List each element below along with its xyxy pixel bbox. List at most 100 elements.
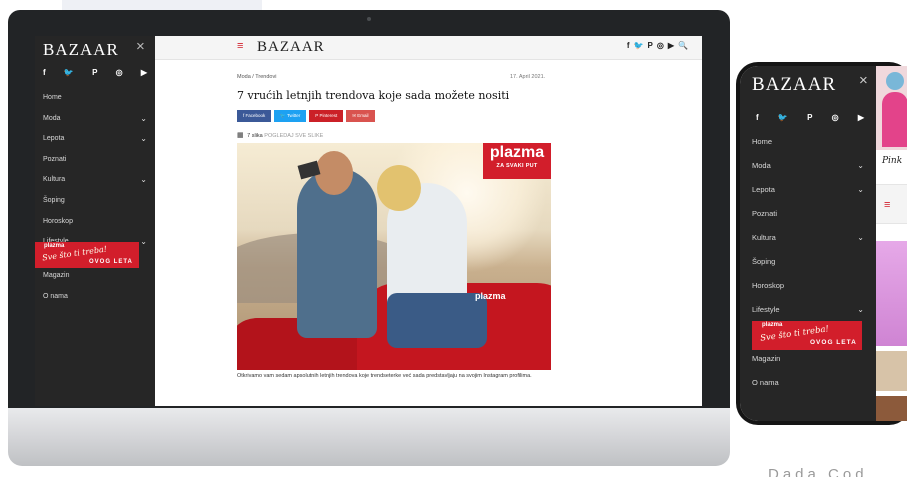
sidebar-item-o-nama[interactable]: O nama [35, 287, 155, 308]
man-head [315, 151, 353, 195]
sidebar-menu-secondary: Magazin O nama [35, 266, 155, 307]
youtube-icon[interactable]: ▶ [858, 113, 864, 122]
showcase-scene: BAZAAR × f 🐦 P ◎ ▶ Home Moda ⌄ Lepota ⌄ Po… [0, 0, 907, 477]
facebook-icon[interactable]: f [756, 113, 759, 122]
search-icon[interactable]: 🔍 [678, 41, 688, 50]
share-pinterest-button[interactable]: P Pinterest [309, 110, 344, 122]
chevron-down-icon[interactable]: ⌄ [857, 154, 864, 178]
promo-brand: plazma [762, 322, 783, 328]
view-all-photos-link[interactable]: POGLEDAJ SVE SLIKE [264, 133, 323, 139]
promo-tag: OVOG LETA [89, 259, 133, 265]
chevron-down-icon[interactable]: ⌄ [140, 129, 147, 150]
sidebar-item-label: Lepota [43, 135, 65, 143]
sidebar-item-label: Šoping [43, 196, 65, 204]
pinterest-icon[interactable]: P [92, 68, 97, 77]
sidebar-menu: Home Moda ⌄ Lepota ⌄ Poznati Kultura ⌄ Šopi… [35, 88, 155, 253]
sidebar-item-poznati[interactable]: Poznati [35, 150, 155, 171]
plazma-promo-banner[interactable]: plazma Sve što ti treba! OVOG LETA [752, 321, 862, 350]
gallery-info: ▦ 7 slika POGLEDAJ SVE SLIKE [237, 131, 323, 139]
chevron-down-icon[interactable]: ⌄ [857, 298, 864, 322]
share-twitter-button[interactable]: 🐦 Twitter [274, 110, 307, 122]
sidebar-item-label: O nama [43, 292, 68, 300]
sidebar-item-soping[interactable]: Šoping [740, 250, 876, 274]
social-links: f 🐦 P ◎ ▶ [43, 68, 147, 77]
peek-topbar [876, 184, 907, 224]
woman-head [377, 165, 421, 211]
sidebar-item-label: Home [752, 137, 773, 146]
instagram-icon[interactable]: ◎ [116, 68, 123, 77]
peek-figure-body [882, 92, 907, 147]
share-facebook-button[interactable]: f Facebook [237, 110, 272, 122]
grid-icon: ▦ [237, 132, 244, 139]
sidebar-item-label: Horoskop [43, 217, 73, 225]
close-icon[interactable]: × [136, 38, 145, 55]
imac-device: BAZAAR × f 🐦 P ◎ ▶ Home Moda ⌄ Lepota ⌄ Po… [8, 10, 730, 466]
share-email-button[interactable]: ✉ Email [346, 110, 375, 122]
social-links: f 🐦 P ◎ ▶ [756, 113, 864, 122]
sidebar-item-label: Poznati [752, 209, 778, 218]
sidebar-item-moda[interactable]: Moda ⌄ [740, 154, 876, 178]
plazma-promo-banner[interactable]: plazma Sve što ti treba! OVOG LETA [35, 242, 139, 268]
background-block [62, 0, 262, 10]
youtube-icon[interactable]: ▶ [141, 68, 147, 77]
publish-date: 17. April 2021. [510, 74, 546, 80]
article-title: 7 vrućih letnjih trendova koje sada može… [237, 89, 510, 102]
sidebar-item-lepota[interactable]: Lepota ⌄ [35, 129, 155, 150]
sidebar-item-soping[interactable]: Šoping [35, 191, 155, 212]
camera-dot [367, 17, 371, 21]
sidebar-item-label: O nama [752, 378, 779, 387]
twitter-icon[interactable]: 🐦 [634, 41, 644, 50]
sidebar-menu: Home Moda ⌄ Lepota ⌄ Poznati Kultura ⌄ Šopi… [740, 130, 876, 322]
sidebar-item-label: Horoskop [752, 281, 785, 290]
sidebar-item-lifestyle[interactable]: Lifestyle ⌄ [740, 298, 876, 322]
sidebar-item-horoskop[interactable]: Horoskop [740, 274, 876, 298]
chevron-down-icon[interactable]: ⌄ [140, 170, 147, 191]
sidebar-item-label: Home [43, 94, 62, 101]
hamburger-icon[interactable]: ≡ [884, 199, 890, 211]
sidebar-logo[interactable]: BAZAAR [752, 74, 836, 96]
chevron-down-icon[interactable]: ⌄ [857, 226, 864, 250]
chevron-down-icon[interactable]: ⌄ [140, 232, 147, 253]
sidebar-item-horoskop[interactable]: Horoskop [35, 212, 155, 233]
phone-sidebar: BAZAAR × f 🐦 P ◎ ▶ Home Moda ⌄ Lepota ⌄ Po… [740, 66, 876, 421]
header-logo[interactable]: BAZAAR [257, 39, 325, 56]
youtube-icon[interactable]: ▶ [668, 41, 674, 50]
sidebar-logo[interactable]: BAZAAR [43, 40, 119, 60]
ad-slogan: ZA SVAKI PUT [496, 163, 538, 169]
sidebar-item-poznati[interactable]: Poznati [740, 202, 876, 226]
twitter-icon[interactable]: 🐦 [64, 68, 74, 77]
chevron-down-icon[interactable]: ⌄ [140, 109, 147, 130]
breadcrumb[interactable]: Moda / Trendovi [237, 74, 276, 80]
hamburger-icon[interactable]: ≡ [237, 40, 243, 52]
desktop-sidebar: BAZAAR × f 🐦 P ◎ ▶ Home Moda ⌄ Lepota ⌄ Po… [35, 36, 155, 406]
peek-image-brown [876, 396, 907, 421]
header-icons: f 🐦 P ◎ ▶ 🔍 [627, 41, 688, 50]
sidebar-item-magazin[interactable]: Magazin [740, 347, 876, 371]
sidebar-item-kultura[interactable]: Kultura ⌄ [35, 170, 155, 191]
sidebar-item-moda[interactable]: Moda ⌄ [35, 109, 155, 130]
sidebar-item-kultura[interactable]: Kultura ⌄ [740, 226, 876, 250]
sidebar-item-label: Lepota [752, 185, 775, 194]
close-icon[interactable]: × [859, 72, 868, 89]
top-bar: ≡ BAZAAR f 🐦 P ◎ ▶ 🔍 [155, 36, 702, 60]
desktop-main: ≡ BAZAAR f 🐦 P ◎ ▶ 🔍 Moda / Trendovi 17.… [155, 36, 702, 406]
twitter-icon[interactable]: 🐦 [778, 113, 788, 122]
pinterest-icon[interactable]: P [807, 113, 812, 122]
instagram-icon[interactable]: ◎ [832, 113, 839, 122]
sidebar-item-lepota[interactable]: Lepota ⌄ [740, 178, 876, 202]
instagram-icon[interactable]: ◎ [657, 41, 664, 50]
chevron-down-icon[interactable]: ⌄ [857, 178, 864, 202]
sidebar-item-magazin[interactable]: Magazin [35, 266, 155, 287]
sidebar-item-label: Poznati [43, 155, 67, 163]
phone-screen: BAZAAR × f 🐦 P ◎ ▶ Home Moda ⌄ Lepota ⌄ Po… [740, 66, 907, 421]
facebook-icon[interactable]: f [43, 68, 46, 77]
facebook-icon[interactable]: f [627, 41, 630, 50]
plazma-ad-badge[interactable]: plazma ZA SVAKI PUT [483, 143, 551, 179]
promo-tag: OVOG LETA [810, 339, 857, 346]
sidebar-menu-secondary: Magazin O nama [740, 347, 876, 395]
pinterest-icon[interactable]: P [648, 41, 653, 50]
sidebar-item-home[interactable]: Home [740, 130, 876, 154]
hero-image[interactable]: plazma plazma ZA SVAKI PUT [237, 143, 551, 370]
sidebar-item-o-nama[interactable]: O nama [740, 371, 876, 395]
sidebar-item-home[interactable]: Home [35, 88, 155, 109]
